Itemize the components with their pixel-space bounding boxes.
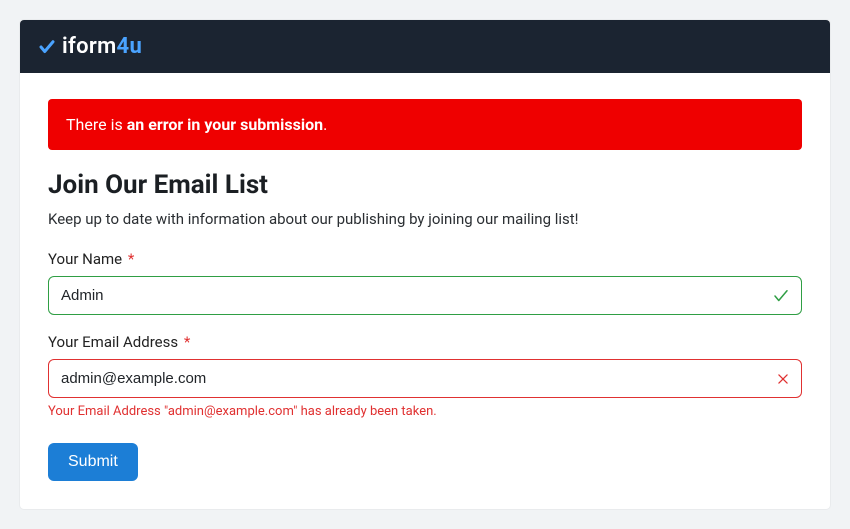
page-title: Join Our Email List: [48, 170, 802, 200]
brand-logo: iform4u: [38, 34, 142, 59]
required-asterisk: *: [184, 333, 190, 351]
logo-text: iform4u: [62, 34, 142, 59]
email-input-wrap: [48, 359, 802, 398]
logo-main: iform: [62, 34, 117, 59]
error-alert: There is an error in your submission.: [48, 99, 802, 150]
form-card: iform4u There is an error in your submis…: [20, 20, 830, 509]
checkmark-icon: [772, 287, 790, 305]
name-label-text: Your Name: [48, 250, 122, 268]
email-group: Your Email Address * Your Email Address …: [48, 333, 802, 419]
name-group: Your Name *: [48, 250, 802, 315]
page-subtitle: Keep up to date with information about o…: [48, 210, 802, 228]
name-input[interactable]: [48, 276, 802, 315]
logo-check-icon: [38, 38, 56, 56]
email-label-text: Your Email Address: [48, 333, 178, 351]
logo-accent: 4u: [117, 34, 143, 59]
alert-suffix: .: [323, 115, 327, 134]
name-label: Your Name *: [48, 250, 802, 268]
submit-button[interactable]: Submit: [48, 443, 138, 481]
name-input-wrap: [48, 276, 802, 315]
alert-bold: an error in your submission: [127, 115, 323, 134]
alert-prefix: There is: [66, 115, 127, 134]
email-error-message: Your Email Address "admin@example.com" h…: [48, 404, 802, 419]
required-asterisk: *: [128, 250, 134, 268]
header-bar: iform4u: [20, 20, 830, 73]
form-content: There is an error in your submission. Jo…: [20, 73, 830, 509]
x-icon: [776, 372, 790, 386]
email-label: Your Email Address *: [48, 333, 802, 351]
email-input[interactable]: [48, 359, 802, 398]
